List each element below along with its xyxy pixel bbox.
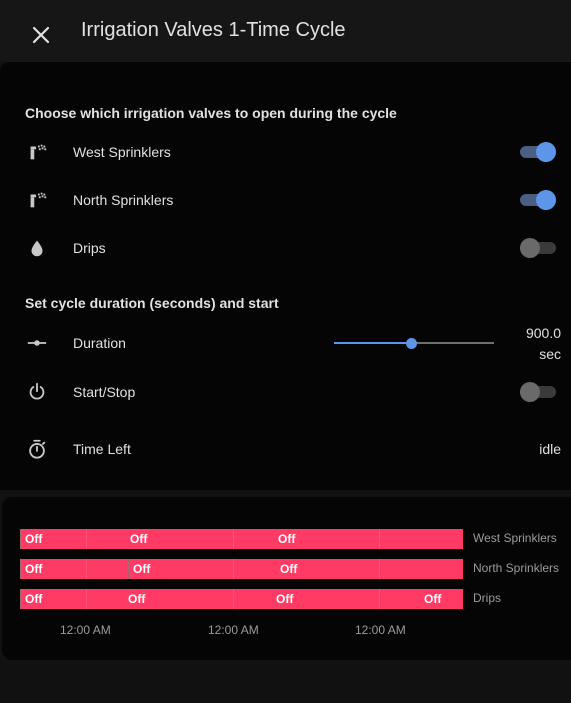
timeline-segment[interactable]: Off [271, 589, 419, 609]
timeline-segment[interactable]: Off [20, 559, 128, 579]
timeline-axis-tick: 12:00 AM [208, 623, 259, 637]
duration-value: 900.0 [525, 325, 561, 341]
timeline-segment[interactable]: Off [273, 529, 463, 549]
water-drop-icon [25, 236, 49, 260]
timeline-segment[interactable]: Off [419, 589, 463, 609]
toggle-drips[interactable] [520, 237, 556, 259]
timeline-segment[interactable]: Off [123, 589, 271, 609]
timeline-bar[interactable]: Off Off Off [20, 559, 463, 579]
timeline-segment-label: Off [25, 532, 43, 546]
timeline-bar[interactable]: Off Off Off Off [20, 589, 463, 609]
timeline-segment-label: Off [133, 562, 151, 576]
valves-section-title: Choose which irrigation valves to open d… [25, 105, 397, 121]
time-left-label: Time Left [73, 441, 131, 457]
valve-label-drips: Drips [73, 240, 106, 256]
toggle-north-sprinklers[interactable] [520, 189, 556, 211]
timeline-entity-label: North Sprinklers [473, 561, 560, 575]
duration-unit: sec [539, 346, 561, 362]
timeline-segment-label: Off [424, 592, 442, 606]
sprinkler-icon [25, 188, 49, 212]
close-button[interactable] [26, 20, 56, 50]
slider-handle[interactable] [406, 338, 417, 349]
timeline-segment-label: Off [128, 592, 146, 606]
timeline-segment-label: Off [280, 562, 298, 576]
timeline-segment[interactable]: Off [275, 559, 463, 579]
card-divider [0, 490, 571, 497]
timeline-entity-label: Drips [473, 591, 502, 605]
dialog-title: Irrigation Valves 1-Time Cycle [81, 19, 346, 41]
valve-label-west-sprinklers: West Sprinklers [73, 144, 171, 160]
timeline-segment[interactable]: Off [125, 529, 273, 549]
toggle-west-sprinklers[interactable] [520, 141, 556, 163]
slider-fill [334, 342, 411, 344]
dialog-header: Irrigation Valves 1-Time Cycle [0, 0, 571, 62]
timeline-axis-tick: 12:00 AM [355, 623, 406, 637]
timeline-segment-label: Off [130, 532, 148, 546]
time-left-value: idle [539, 441, 561, 457]
entities-card [0, 62, 571, 490]
ray-vertex-icon [25, 331, 49, 355]
timeline-axis-tick: 12:00 AM [60, 623, 111, 637]
timeline-segment[interactable]: Off [20, 589, 123, 609]
toggle-start-stop[interactable] [520, 381, 556, 403]
timeline-entity-label: West Sprinklers [473, 531, 557, 545]
timeline-segment[interactable]: Off [20, 529, 125, 549]
timeline-segment-label: Off [25, 562, 43, 576]
power-icon [25, 380, 49, 404]
timeline-segment-label: Off [276, 592, 294, 606]
timeline-segment-label: Off [25, 592, 43, 606]
cycle-section-title: Set cycle duration (seconds) and start [25, 295, 279, 311]
close-icon [32, 26, 50, 44]
timeline-segment[interactable]: Off [128, 559, 275, 579]
start-stop-label: Start/Stop [73, 384, 136, 400]
duration-label: Duration [73, 335, 126, 351]
timer-icon [25, 437, 49, 461]
timeline-segment-label: Off [278, 532, 296, 546]
sprinkler-icon [25, 140, 49, 164]
valve-label-north-sprinklers: North Sprinklers [73, 192, 174, 208]
duration-slider[interactable] [334, 333, 494, 353]
timeline-bar[interactable]: Off Off Off [20, 529, 463, 549]
